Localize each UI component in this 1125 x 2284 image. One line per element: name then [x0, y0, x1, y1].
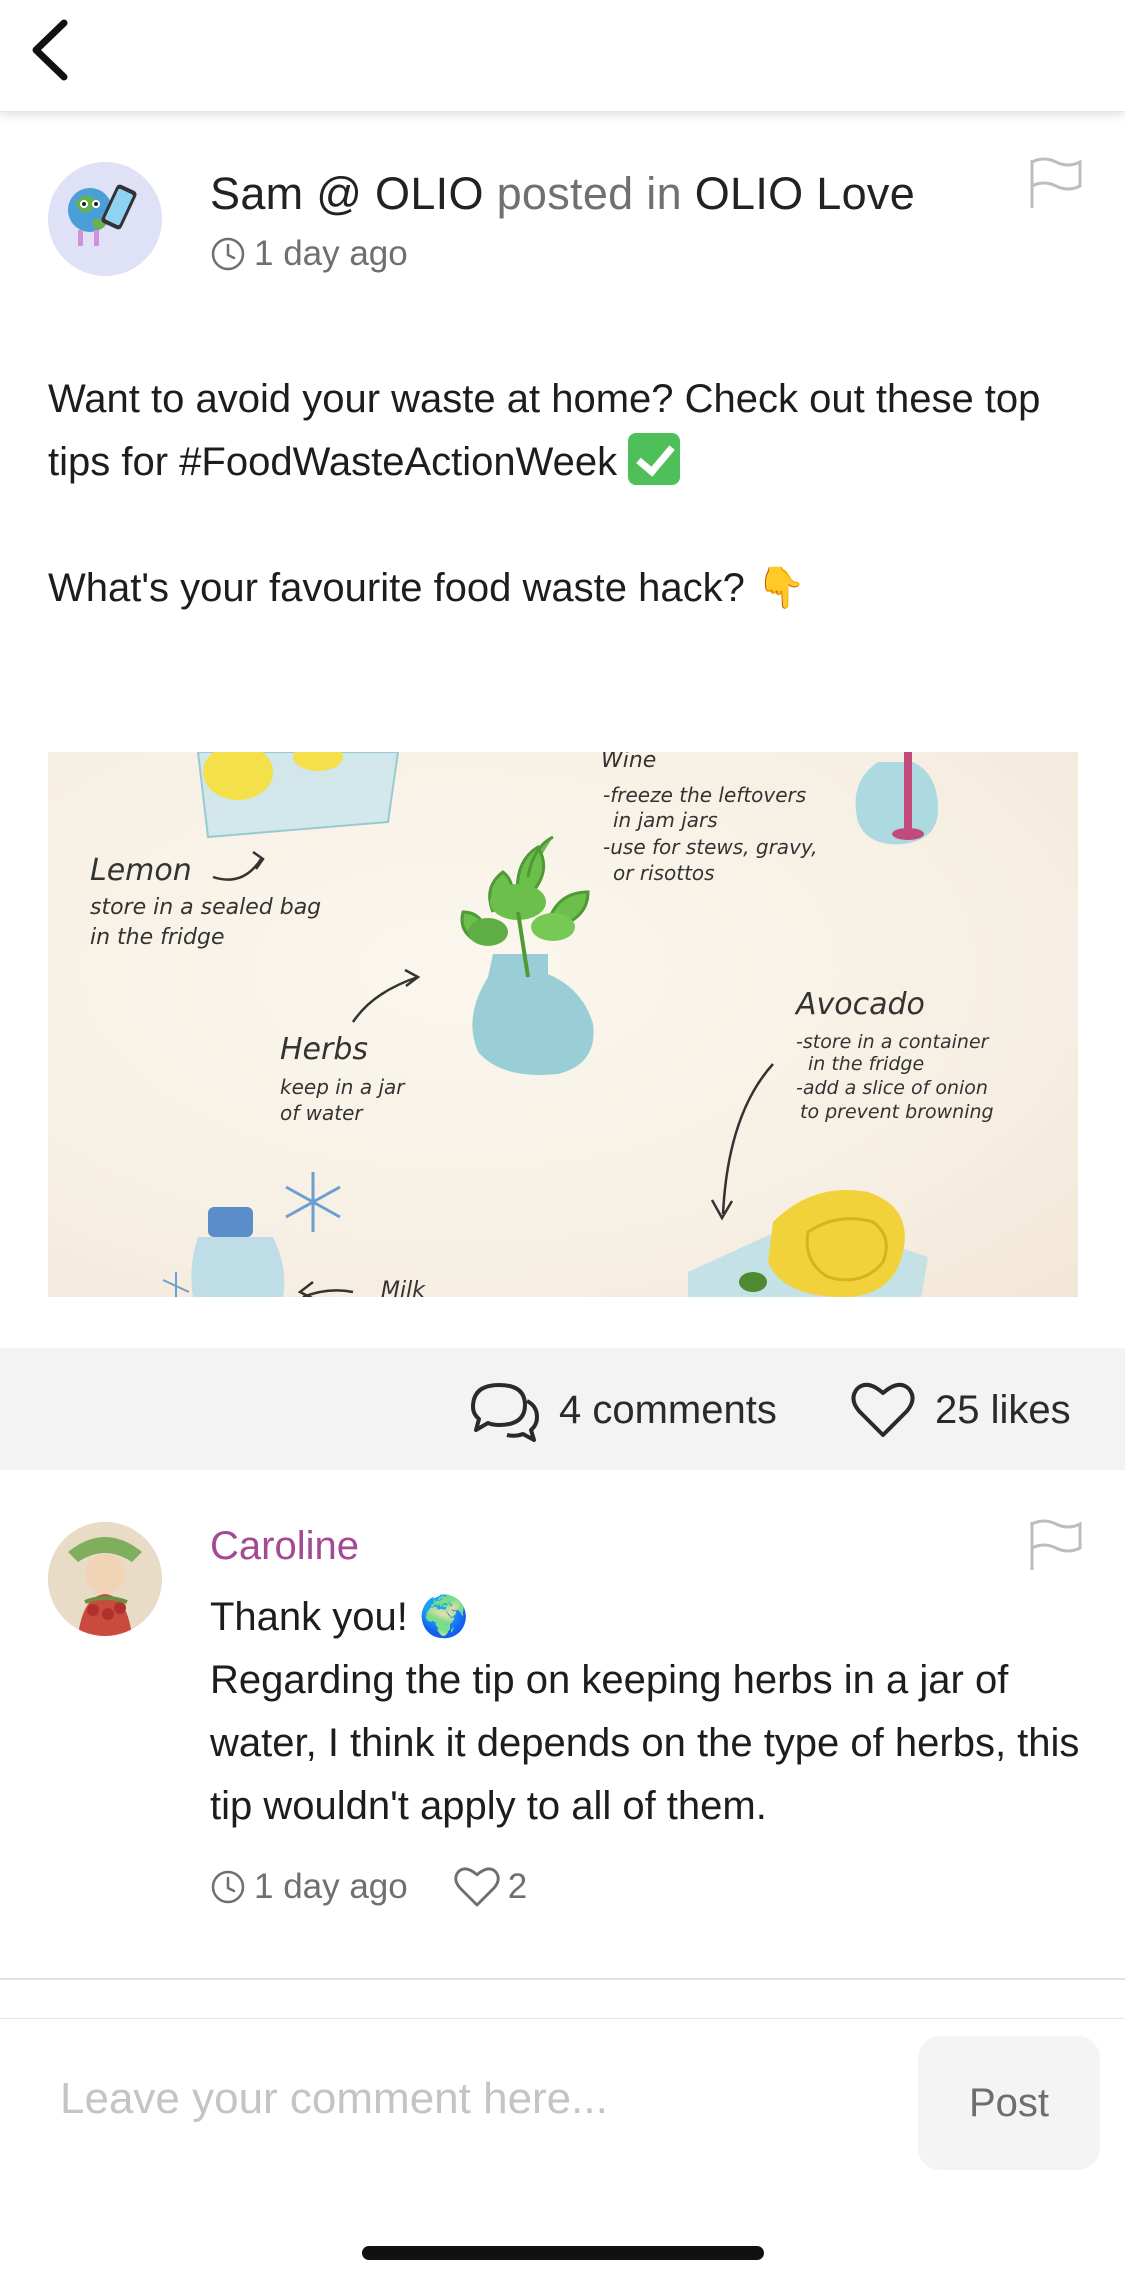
pointing-down-emoji: 👇	[756, 565, 806, 611]
commenter-avatar[interactable]	[48, 1522, 162, 1636]
wine-tip-4: or risottos	[613, 861, 715, 885]
divider	[0, 1978, 1125, 1980]
milk-title: Milk	[381, 1278, 426, 1297]
avocado-tip-2: in the fridge	[808, 1053, 924, 1075]
post-author-name[interactable]: Sam @ OLIO	[210, 168, 484, 219]
herbs-tip-2: of water	[280, 1101, 364, 1125]
top-bar	[0, 0, 1125, 112]
post-body-paragraph-2: What's your favourite food waste hack? 👇	[48, 565, 806, 611]
post-comment-button[interactable]: Post	[918, 2036, 1100, 2170]
avocado-tip-4: to prevent browning	[800, 1101, 994, 1123]
back-button[interactable]	[14, 10, 84, 90]
check-mark-emoji	[628, 433, 681, 485]
lemon-title: Lemon	[90, 853, 192, 888]
chevron-left-icon	[32, 19, 68, 81]
post-group-name[interactable]: OLIO Love	[695, 168, 915, 219]
herbs-title: Herbs	[280, 1032, 368, 1067]
post-stats-bar: 4 comments 25 likes	[0, 1348, 1125, 1470]
clock-icon	[211, 237, 245, 271]
author-avatar[interactable]	[48, 162, 162, 276]
comment-time: 1 day ago	[254, 1867, 408, 1906]
flag-icon	[1030, 157, 1082, 208]
post-author-line: Sam @ OLIO posted in OLIO Love	[210, 168, 915, 220]
globe-emoji: 🌍	[419, 1594, 469, 1640]
commenter-avatar-illustration	[48, 1522, 162, 1636]
posted-in-text: posted in	[496, 168, 682, 219]
comment-body: Regarding the tip on keeping herbs in a …	[210, 1658, 1080, 1828]
lemon-tip-1: store in a sealed bag	[90, 895, 321, 920]
clock-icon	[211, 1870, 245, 1904]
wine-tip-1: -freeze the leftovers	[603, 783, 806, 807]
comment-input[interactable]	[40, 2019, 890, 2179]
commenter-name[interactable]: Caroline	[210, 1524, 359, 1569]
food-tips-illustration: Lemon store in a sealed bag in the fridg…	[90, 752, 994, 1297]
comments-count-button[interactable]: 4 comments	[465, 1376, 777, 1444]
comment-likes-count: 2	[507, 1867, 528, 1906]
heart-icon	[851, 1382, 915, 1437]
comment-composer: Post	[0, 2018, 1125, 2179]
likes-count-label: 25 likes	[935, 1387, 1071, 1432]
comment-item: Caroline Thank you! 🌍 Regarding the tip …	[0, 1500, 1125, 1980]
comment-first-line: Thank you!	[210, 1595, 408, 1639]
comments-count-label: 4 comments	[559, 1387, 777, 1432]
wine-tip-2: in jam jars	[613, 808, 718, 832]
post-header: Sam @ OLIO posted in OLIO Love 1 day ago	[0, 150, 1125, 290]
heart-icon[interactable]	[454, 1866, 500, 1908]
home-indicator[interactable]	[362, 2246, 764, 2260]
comment-text: Thank you! 🌍 Regarding the tip on keepin…	[210, 1586, 1090, 1838]
avocado-title: Avocado	[794, 987, 925, 1022]
avocado-tip-1: -store in a container	[796, 1031, 990, 1053]
wine-tip-3: -use for stews, gravy,	[603, 835, 818, 859]
post-meta: 1 day ago	[210, 234, 408, 274]
herbs-tip-1: keep in a jar	[280, 1075, 406, 1099]
post-body: Want to avoid your waste at home? Check …	[48, 368, 1078, 620]
chat-bubbles-icon	[471, 1383, 539, 1442]
flag-icon	[1030, 1519, 1082, 1570]
post-time: 1 day ago	[254, 234, 408, 273]
avatar-illustration	[48, 162, 162, 276]
post-body-paragraph-1: Want to avoid your waste at home? Check …	[48, 377, 1041, 485]
wine-title: Wine	[601, 752, 656, 773]
post-image[interactable]: Lemon store in a sealed bag in the fridg…	[48, 752, 1078, 1297]
comment-meta: 1 day ago 2	[210, 1866, 527, 1908]
report-post-flag-button[interactable]	[1026, 156, 1082, 212]
avocado-tip-3: -add a slice of onion	[796, 1077, 988, 1099]
lemon-tip-2: in the fridge	[90, 925, 225, 950]
likes-count-button[interactable]: 25 likes	[851, 1376, 1071, 1444]
report-comment-flag-button[interactable]	[1026, 1518, 1082, 1574]
